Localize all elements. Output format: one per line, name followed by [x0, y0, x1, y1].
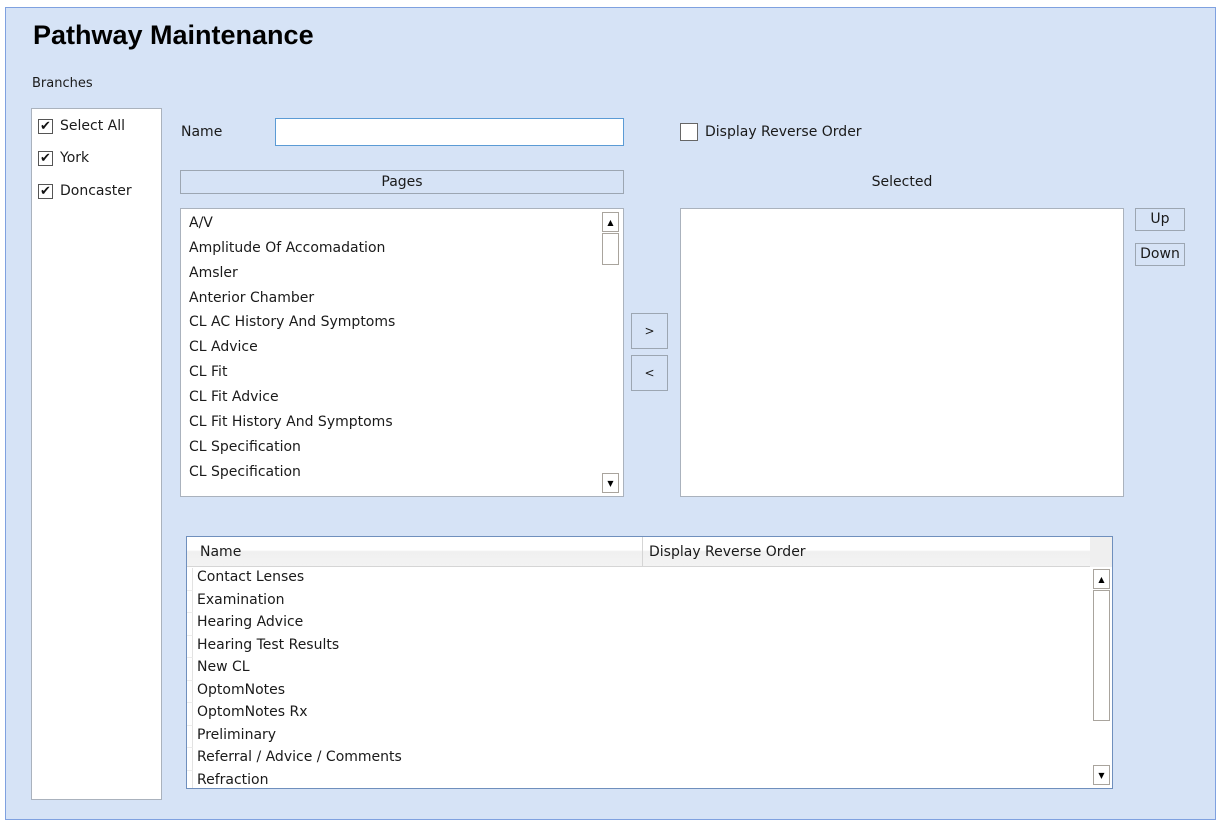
branch-label: Doncaster — [60, 183, 132, 199]
branch-york-checkbox[interactable]: ✔ York — [38, 150, 89, 166]
move-up-button[interactable]: Up — [1135, 208, 1185, 231]
branch-select-all-checkbox[interactable]: ✔ Select All — [38, 118, 125, 134]
triangle-down-icon: ▼ — [1098, 770, 1105, 780]
table-row[interactable]: OptomNotes Rx — [187, 703, 1090, 726]
row-header[interactable] — [187, 613, 193, 636]
table-row[interactable]: Hearing Test Results — [187, 635, 1090, 658]
scroll-up-button[interactable]: ▲ — [602, 212, 619, 232]
row-header[interactable] — [187, 703, 193, 726]
grid-header-corner — [1090, 537, 1112, 567]
checkbox-checked-icon[interactable]: ✔ — [38, 183, 53, 199]
checkbox-unchecked-icon[interactable] — [680, 123, 698, 141]
remove-page-button[interactable]: < — [631, 355, 668, 391]
pathway-maintenance-window: Pathway Maintenance Branches ✔ Select Al… — [5, 7, 1216, 820]
list-item[interactable]: CL Fit — [189, 364, 227, 380]
row-header[interactable] — [187, 590, 193, 613]
pages-list[interactable]: A/V Amplitude Of Accomadation Amsler Ant… — [180, 208, 624, 497]
branches-label: Branches — [32, 76, 93, 91]
list-item[interactable]: CL Advice — [189, 339, 258, 355]
column-header-display-reverse-order[interactable]: Display Reverse Order — [644, 537, 1090, 567]
list-item[interactable]: Amplitude Of Accomadation — [189, 240, 385, 256]
move-down-button[interactable]: Down — [1135, 243, 1185, 266]
list-item[interactable]: CL Fit History And Symptoms — [189, 414, 393, 430]
selected-header: Selected — [871, 174, 933, 190]
row-header[interactable] — [187, 725, 193, 748]
triangle-up-icon: ▲ — [607, 217, 614, 227]
scrollbar-thumb[interactable] — [602, 233, 619, 265]
add-page-button[interactable]: > — [631, 313, 668, 349]
grid-scrollbar-thumb[interactable] — [1093, 590, 1110, 721]
name-input[interactable] — [275, 118, 624, 146]
list-item[interactable]: CL AC History And Symptoms — [189, 314, 395, 330]
column-header-name[interactable]: Name — [195, 537, 643, 567]
table-row[interactable]: OptomNotes — [187, 680, 1090, 703]
grid-scroll-down-button[interactable]: ▼ — [1093, 765, 1110, 785]
row-name-cell: New CL — [197, 659, 250, 675]
scroll-down-button[interactable]: ▼ — [602, 473, 619, 493]
grid-header: Name Display Reverse Order — [187, 537, 1090, 567]
name-label: Name — [181, 124, 223, 140]
row-name-cell: Contact Lenses — [197, 569, 305, 585]
row-header[interactable] — [187, 635, 193, 658]
list-item[interactable]: CL Specification — [189, 464, 301, 480]
branch-label: Select All — [60, 118, 125, 134]
row-name-cell: Preliminary — [197, 726, 277, 743]
row-header[interactable] — [187, 770, 193, 788]
table-row[interactable]: Refraction — [187, 770, 1090, 788]
pages-header: Pages — [180, 170, 624, 194]
row-name-cell: Hearing Test Results — [197, 636, 340, 653]
row-header[interactable] — [187, 658, 193, 681]
checkbox-checked-icon[interactable]: ✔ — [38, 118, 53, 134]
list-item[interactable]: Amsler — [189, 265, 238, 281]
row-header[interactable] — [187, 680, 193, 703]
display-reverse-order-label: Display Reverse Order — [705, 124, 862, 140]
selected-list[interactable] — [680, 208, 1124, 497]
list-item[interactable]: CL Specification — [189, 439, 301, 455]
list-item[interactable]: Anterior Chamber — [189, 290, 314, 306]
table-row[interactable]: Examination — [187, 590, 1090, 613]
row-header[interactable] — [187, 748, 193, 771]
list-item[interactable]: CL Fit Advice — [189, 389, 279, 405]
branch-label: York — [60, 150, 90, 166]
checkbox-checked-icon[interactable]: ✔ — [38, 150, 53, 166]
triangle-down-icon: ▼ — [607, 478, 614, 488]
table-row[interactable]: Referral / Advice / Comments — [187, 748, 1090, 771]
table-row[interactable]: Contact Lenses — [187, 568, 1090, 591]
row-name-cell: OptomNotes Rx — [197, 704, 308, 720]
row-name-cell: Hearing Advice — [197, 614, 304, 630]
row-name-cell: Refraction — [197, 771, 269, 788]
table-row[interactable]: Hearing Advice — [187, 613, 1090, 636]
triangle-up-icon: ▲ — [1098, 574, 1105, 584]
pathways-grid[interactable]: Name Display Reverse Order Contact Lense… — [186, 536, 1113, 789]
display-reverse-order-checkbox[interactable]: Display Reverse Order — [680, 123, 862, 141]
row-header[interactable] — [187, 568, 193, 591]
branches-list: ✔ Select All ✔ York ✔ Doncaster — [31, 108, 162, 800]
branch-doncaster-checkbox[interactable]: ✔ Doncaster — [38, 183, 132, 199]
row-name-cell: OptomNotes — [197, 681, 286, 698]
table-row[interactable]: Preliminary — [187, 725, 1090, 748]
grid-scroll-up-button[interactable]: ▲ — [1093, 569, 1110, 589]
page-title: Pathway Maintenance — [33, 20, 314, 50]
row-name-cell: Examination — [197, 591, 285, 608]
table-row[interactable]: New CL — [187, 658, 1090, 681]
list-item[interactable]: A/V — [189, 215, 213, 231]
row-name-cell: Referral / Advice / Comments — [197, 749, 402, 765]
